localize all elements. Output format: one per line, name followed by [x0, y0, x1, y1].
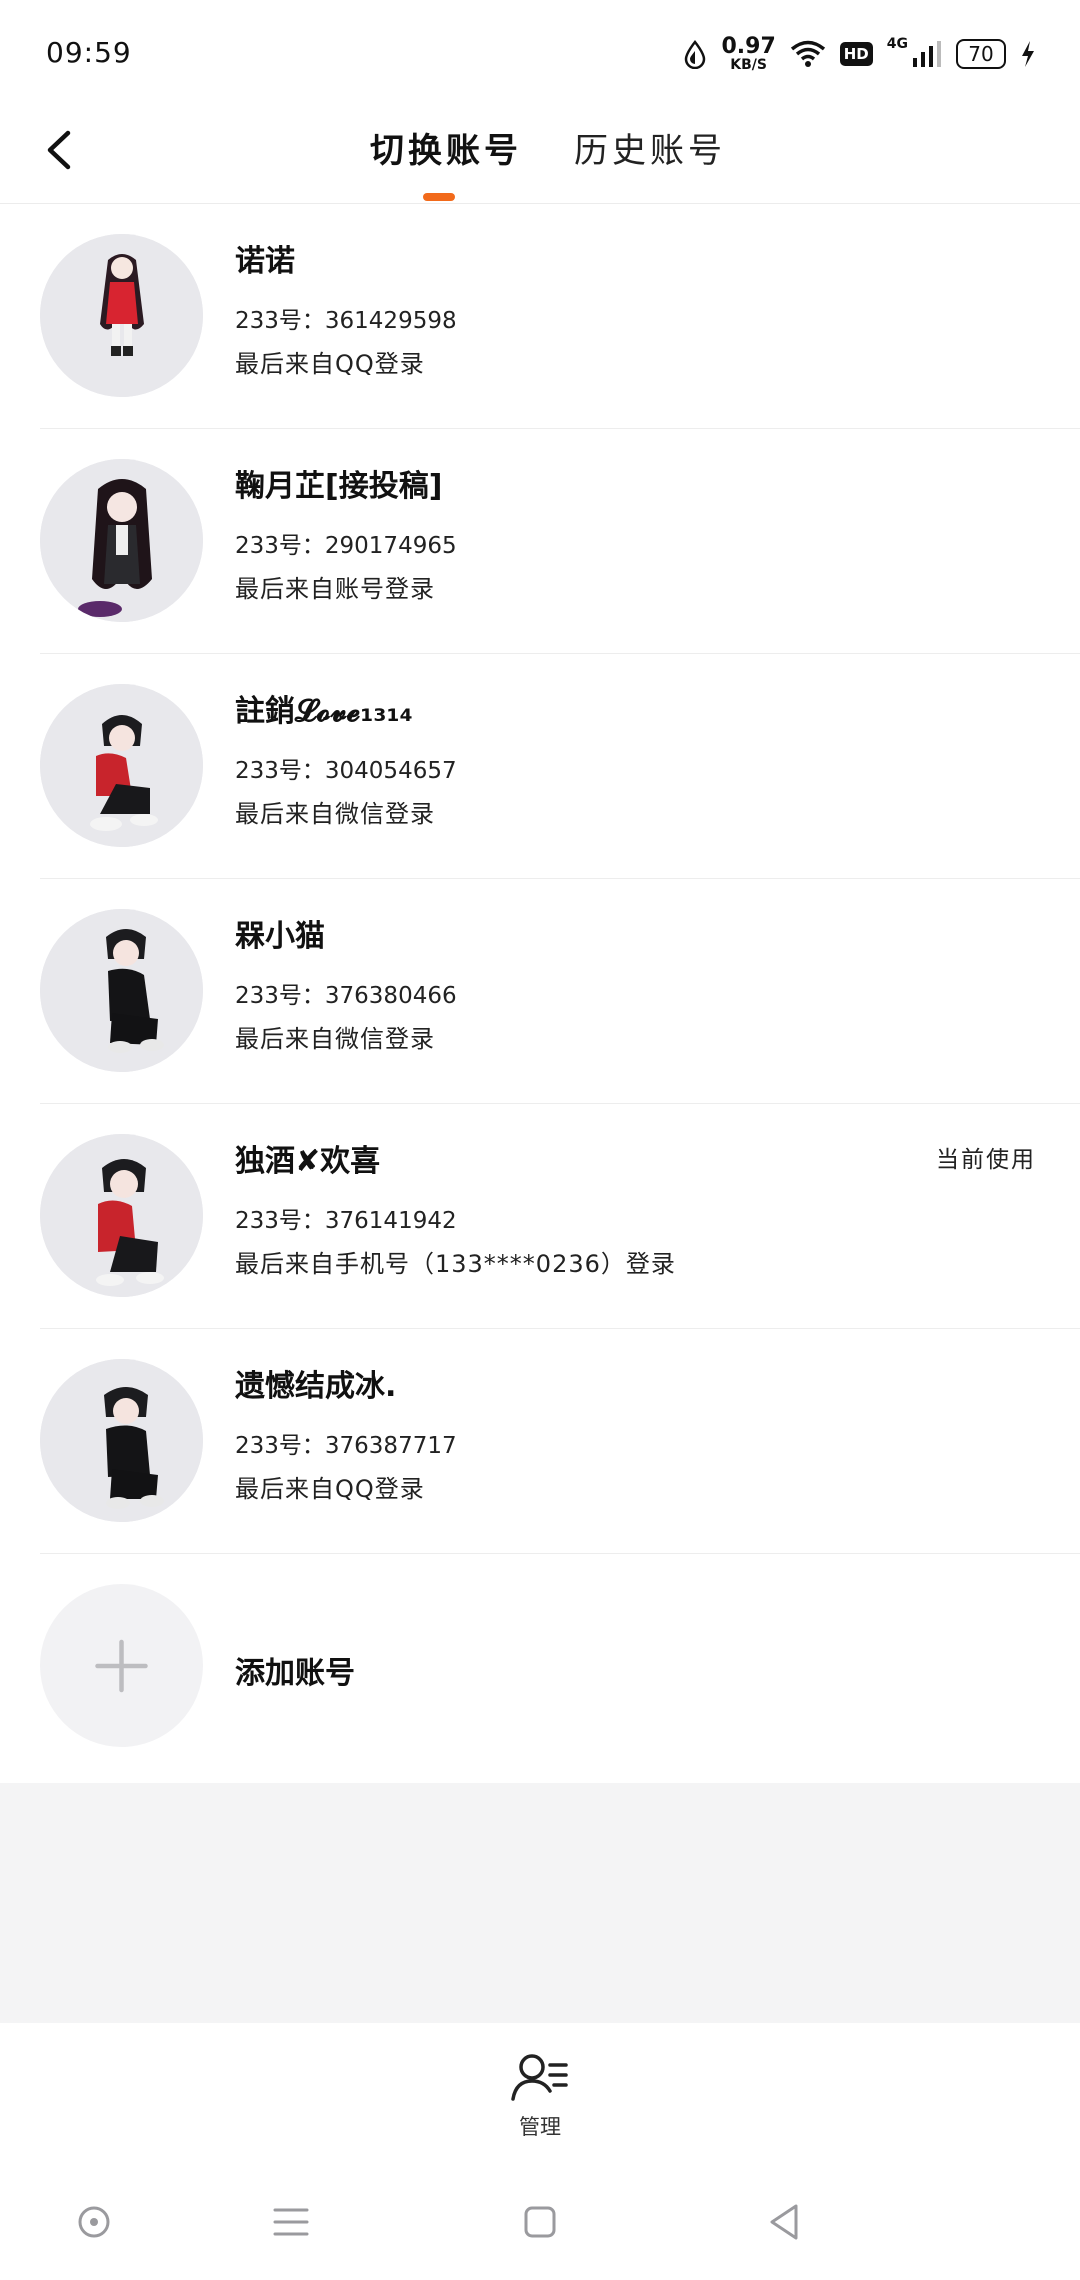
account-row[interactable]: 诺诺 233号：361429598 最后来自QQ登录	[0, 204, 1080, 429]
user-list-icon	[511, 2054, 568, 2101]
avatar	[40, 459, 203, 622]
account-name: 註銷𝓛𝓸𝓿𝓮₁₃₁₄	[235, 694, 413, 729]
tab-switch-account[interactable]: 切换账号	[370, 123, 522, 172]
net-speed-value: 0.97	[721, 34, 776, 59]
avatar-boy-red-image	[40, 684, 203, 847]
bottom-bar: 管理	[0, 2023, 1080, 2163]
nav-home-button[interactable]	[515, 2197, 565, 2247]
account-name: 独酒✘欢喜	[235, 1144, 381, 1179]
avatar-boy-red-image	[40, 1134, 203, 1297]
avatar	[40, 909, 203, 1072]
empty-area	[0, 1783, 1080, 2023]
avatar	[40, 1359, 203, 1522]
account-row-current[interactable]: 独酒✘欢喜 当前使用 233号：376141942 最后来自手机号（133***…	[0, 1104, 1080, 1329]
header: 切换账号 历史账号	[0, 105, 1080, 204]
account-last-login: 最后来自QQ登录	[235, 350, 425, 378]
add-account-button[interactable]: 添加账号	[0, 1554, 1080, 1779]
account-row[interactable]: 註銷𝓛𝓸𝓿𝓮₁₃₁₄ 233号：304054657 最后来自微信登录	[0, 654, 1080, 879]
wifi-icon	[790, 40, 825, 67]
account-id: 233号：290174965	[235, 533, 457, 559]
account-last-login: 最后来自QQ登录	[235, 1475, 425, 1503]
tab-history-account[interactable]: 历史账号	[574, 123, 726, 172]
status-icons: 0.97 KB/S HD 4G 70	[683, 30, 1036, 78]
net-speed-unit: KB/S	[730, 57, 767, 73]
data-saver-icon	[685, 40, 706, 69]
current-account-badge: 当前使用	[936, 1147, 1036, 1173]
plus-icon	[95, 1639, 148, 1693]
account-name: 鞠月芷[接投稿]	[235, 469, 443, 504]
charging-icon	[1022, 41, 1034, 67]
status-time: 09:59	[46, 36, 132, 69]
back-triangle-icon	[770, 2204, 798, 2240]
account-last-login: 最后来自微信登录	[235, 1025, 435, 1053]
add-avatar	[40, 1584, 203, 1747]
hd-badge: HD	[839, 42, 873, 66]
manage-label: 管理	[519, 2115, 561, 2139]
account-last-login: 最后来自手机号（133****0236）登录	[235, 1250, 676, 1278]
avatar-boy-black-image	[40, 909, 203, 1072]
manage-button[interactable]: 管理	[500, 2051, 580, 2151]
nav-assistant-button[interactable]	[69, 2197, 119, 2247]
signal-icon	[913, 41, 941, 67]
avatar	[40, 234, 203, 397]
system-nav-bar	[0, 2163, 1080, 2280]
avatar-boy-black-image	[40, 1359, 203, 1522]
add-account-label: 添加账号	[235, 1656, 355, 1691]
network-type: 4G	[886, 36, 908, 52]
account-list: 诺诺 233号：361429598 最后来自QQ登录 鞠月芷[接投稿] 233号…	[0, 204, 1080, 1779]
account-row[interactable]: 鞠月芷[接投稿] 233号：290174965 最后来自账号登录	[0, 429, 1080, 654]
home-square-icon	[524, 2206, 556, 2238]
account-last-login: 最后来自微信登录	[235, 800, 435, 828]
status-bar: 09:59 0.97 KB/S HD 4G 70	[0, 0, 1080, 105]
menu-icon	[273, 2208, 309, 2236]
account-id: 233号：376380466	[235, 983, 457, 1009]
avatar-girl-red-image	[40, 234, 203, 397]
nav-back-button[interactable]	[760, 2197, 810, 2247]
account-name: 遗憾结成冰.	[235, 1369, 397, 1404]
account-last-login: 最后来自账号登录	[235, 575, 435, 603]
account-row[interactable]: 遗憾结成冰. 233号：376387717 最后来自QQ登录	[0, 1329, 1080, 1554]
avatar	[40, 684, 203, 847]
battery-indicator: 70	[956, 39, 1006, 69]
account-id: 233号：361429598	[235, 308, 457, 334]
account-id: 233号：304054657	[235, 758, 457, 784]
account-id: 233号：376387717	[235, 1433, 457, 1459]
net-speed: 0.97 KB/S	[721, 34, 776, 73]
account-row[interactable]: 槑小猫 233号：376380466 最后来自微信登录	[0, 879, 1080, 1104]
avatar-girl-dark-image	[40, 459, 203, 622]
nav-menu-button[interactable]	[266, 2197, 316, 2247]
avatar	[40, 1134, 203, 1297]
back-button[interactable]	[38, 115, 84, 185]
account-name: 诺诺	[235, 244, 295, 279]
account-id: 233号：376141942	[235, 1208, 457, 1234]
tab-active-indicator	[423, 193, 455, 201]
chevron-left-icon	[47, 130, 71, 170]
account-name: 槑小猫	[235, 919, 325, 954]
circle-dot-icon	[78, 2206, 110, 2238]
